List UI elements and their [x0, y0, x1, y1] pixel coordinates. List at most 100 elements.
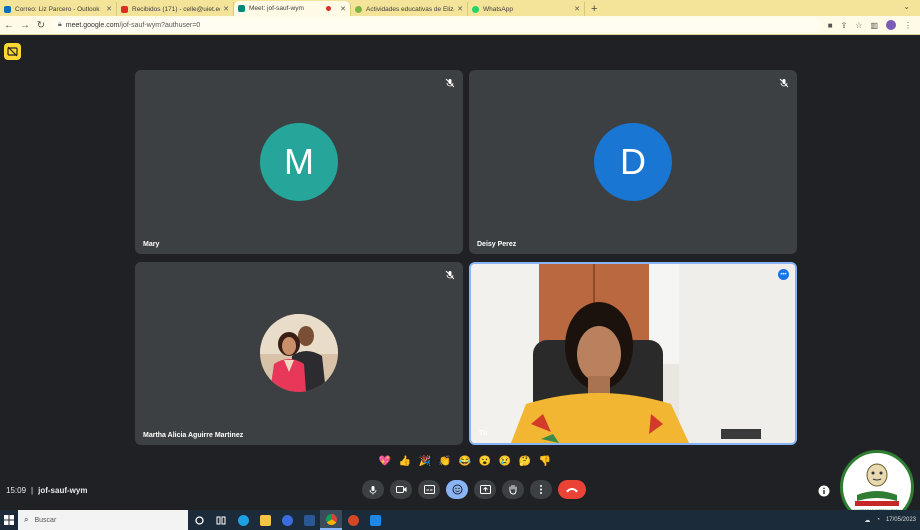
- tab-whatsapp[interactable]: WhatsApp ✕: [468, 2, 585, 16]
- raise-hand-button[interactable]: [502, 480, 524, 499]
- taskbar-app-chrome[interactable]: [320, 510, 342, 530]
- participant-name: Deisy Perez: [477, 241, 517, 248]
- tab-title: Meet: jof-sauf-wym: [249, 5, 304, 12]
- present-screen-button[interactable]: [474, 480, 496, 499]
- lock-icon[interactable]: 🔒︎: [58, 21, 62, 29]
- emoji-reactions-button[interactable]: [446, 480, 468, 499]
- participant-tile-deisy[interactable]: D Deisy Perez: [469, 70, 797, 254]
- url-input[interactable]: 🔒︎ meet.google.com/jof-sauf-wym?authuser…: [52, 18, 820, 32]
- search-icon: ⌕: [24, 515, 29, 524]
- close-icon[interactable]: ✕: [106, 5, 112, 13]
- party-icon[interactable]: 🎉: [417, 453, 433, 469]
- chrome-icon: [325, 513, 337, 525]
- tab-gmail[interactable]: Recibidos (171) - celle@uiet.edu ✕: [117, 2, 234, 16]
- taskbar-app-photos[interactable]: [364, 510, 386, 530]
- thumbs-up-icon[interactable]: 👍: [397, 453, 413, 469]
- mic-off-icon: [445, 270, 455, 280]
- hand-icon: [509, 485, 517, 495]
- taskbar-app-media[interactable]: [276, 510, 298, 530]
- close-icon[interactable]: ✕: [574, 5, 580, 13]
- participant-tile-mary[interactable]: M Mary: [135, 70, 463, 254]
- tab-title: Actividades educativas de Elizab: [366, 5, 455, 13]
- powerpoint-icon: [347, 514, 359, 526]
- avatar: [260, 314, 338, 392]
- close-icon[interactable]: ✕: [223, 5, 229, 13]
- leave-call-button[interactable]: [558, 480, 586, 499]
- more-options-button[interactable]: [530, 480, 552, 499]
- chevron-down-icon[interactable]: ⌄: [903, 2, 910, 11]
- system-tray: ☁ ◔ 17/05/2023: [864, 510, 916, 530]
- captions-off-icon[interactable]: [4, 43, 21, 60]
- avatar[interactable]: [886, 20, 896, 30]
- clock[interactable]: 17/05/2023: [886, 517, 916, 524]
- taskbar-app-explorer[interactable]: [254, 510, 276, 530]
- laugh-icon[interactable]: 😂: [457, 453, 473, 469]
- separator: |: [31, 486, 34, 495]
- recording-icon: [326, 6, 332, 11]
- tab-outlook[interactable]: Correo: Liz Parcero - Outlook ✕: [0, 2, 117, 16]
- edge-icon: [237, 514, 249, 526]
- tab-title: Recibidos (171) - celle@uiet.edu: [132, 5, 221, 13]
- sad-icon[interactable]: 😢: [497, 453, 513, 469]
- reload-button[interactable]: ↻: [34, 20, 48, 31]
- more-options-icon[interactable]: •••: [778, 269, 789, 280]
- camera-in-use-icon[interactable]: ■: [828, 21, 833, 30]
- menu-icon[interactable]: ⋮: [904, 21, 912, 30]
- clap-icon[interactable]: 👏: [437, 453, 453, 469]
- participant-tile-martha[interactable]: Martha Alicia Aguirre Martinez: [135, 262, 463, 445]
- taskbar-search-input[interactable]: ⌕ Buscar: [18, 510, 188, 530]
- media-icon: [281, 514, 293, 526]
- start-button[interactable]: [0, 510, 18, 530]
- participant-tile-self[interactable]: ••• Tú: [469, 262, 797, 445]
- task-view-icon: [216, 516, 226, 524]
- meeting-code: jof-sauf-wym: [38, 486, 88, 495]
- cortana-icon: [194, 515, 204, 525]
- participant-name: Tú: [479, 430, 488, 437]
- smiley-icon: [452, 484, 462, 495]
- meeting-time: 15:09: [6, 486, 27, 495]
- star-icon[interactable]: ☆: [855, 21, 862, 30]
- windows-icon: [4, 515, 14, 525]
- wifi-icon[interactable]: ◔: [876, 517, 880, 523]
- task-view-button[interactable]: [210, 510, 232, 530]
- cortana-button[interactable]: [188, 510, 210, 530]
- weather-icon[interactable]: ☁: [864, 517, 870, 524]
- taskbar-app-powerpoint[interactable]: [342, 510, 364, 530]
- meeting-info: 15:09 | jof-sauf-wym: [6, 486, 87, 495]
- captions-button[interactable]: [418, 480, 440, 499]
- share-icon[interactable]: ⇪: [841, 21, 848, 30]
- taskbar-app-word[interactable]: [298, 510, 320, 530]
- tab-title: WhatsApp: [483, 5, 513, 13]
- sidebar-icon[interactable]: ▥: [870, 21, 878, 30]
- close-icon[interactable]: ✕: [457, 5, 463, 13]
- forward-button[interactable]: →: [18, 20, 32, 31]
- folder-icon: [259, 514, 271, 526]
- taskbar: ⌕ Buscar ☁ ◔ 17/05/2023: [0, 510, 920, 530]
- hang-up-icon: [566, 488, 578, 493]
- address-bar-row: ← → ↻ 🔒︎ meet.google.com/jof-sauf-wym?au…: [0, 16, 920, 35]
- heart-icon[interactable]: 💖: [377, 453, 393, 469]
- participant-name: Mary: [143, 241, 160, 248]
- taskbar-app-edge[interactable]: [232, 510, 254, 530]
- call-controls: [362, 480, 586, 499]
- present-icon: [479, 485, 491, 494]
- participant-name: Martha Alicia Aguirre Martinez: [143, 432, 244, 439]
- thinking-icon[interactable]: 🤔: [517, 453, 533, 469]
- tab-meet[interactable]: Meet: jof-sauf-wym ✕: [234, 1, 351, 16]
- captions-icon: [423, 485, 435, 494]
- close-icon[interactable]: ✕: [340, 5, 346, 13]
- url-host: meet.google.com: [65, 21, 120, 29]
- thumbs-down-icon[interactable]: 👎: [537, 453, 553, 469]
- info-icon[interactable]: [818, 485, 830, 497]
- mic-off-icon: [445, 78, 455, 88]
- camera-button[interactable]: [390, 480, 412, 499]
- microphone-button[interactable]: [362, 480, 384, 499]
- back-button[interactable]: ←: [2, 20, 16, 31]
- mic-off-icon: [779, 78, 789, 88]
- surprised-icon[interactable]: 😮: [477, 453, 493, 469]
- tab-activities[interactable]: Actividades educativas de Elizab ✕: [351, 2, 468, 16]
- browser-tab-bar: Correo: Liz Parcero - Outlook ✕ Recibido…: [0, 0, 920, 16]
- avatar: M: [260, 123, 338, 201]
- new-tab-button[interactable]: +: [591, 2, 597, 16]
- gmail-icon: [121, 5, 128, 13]
